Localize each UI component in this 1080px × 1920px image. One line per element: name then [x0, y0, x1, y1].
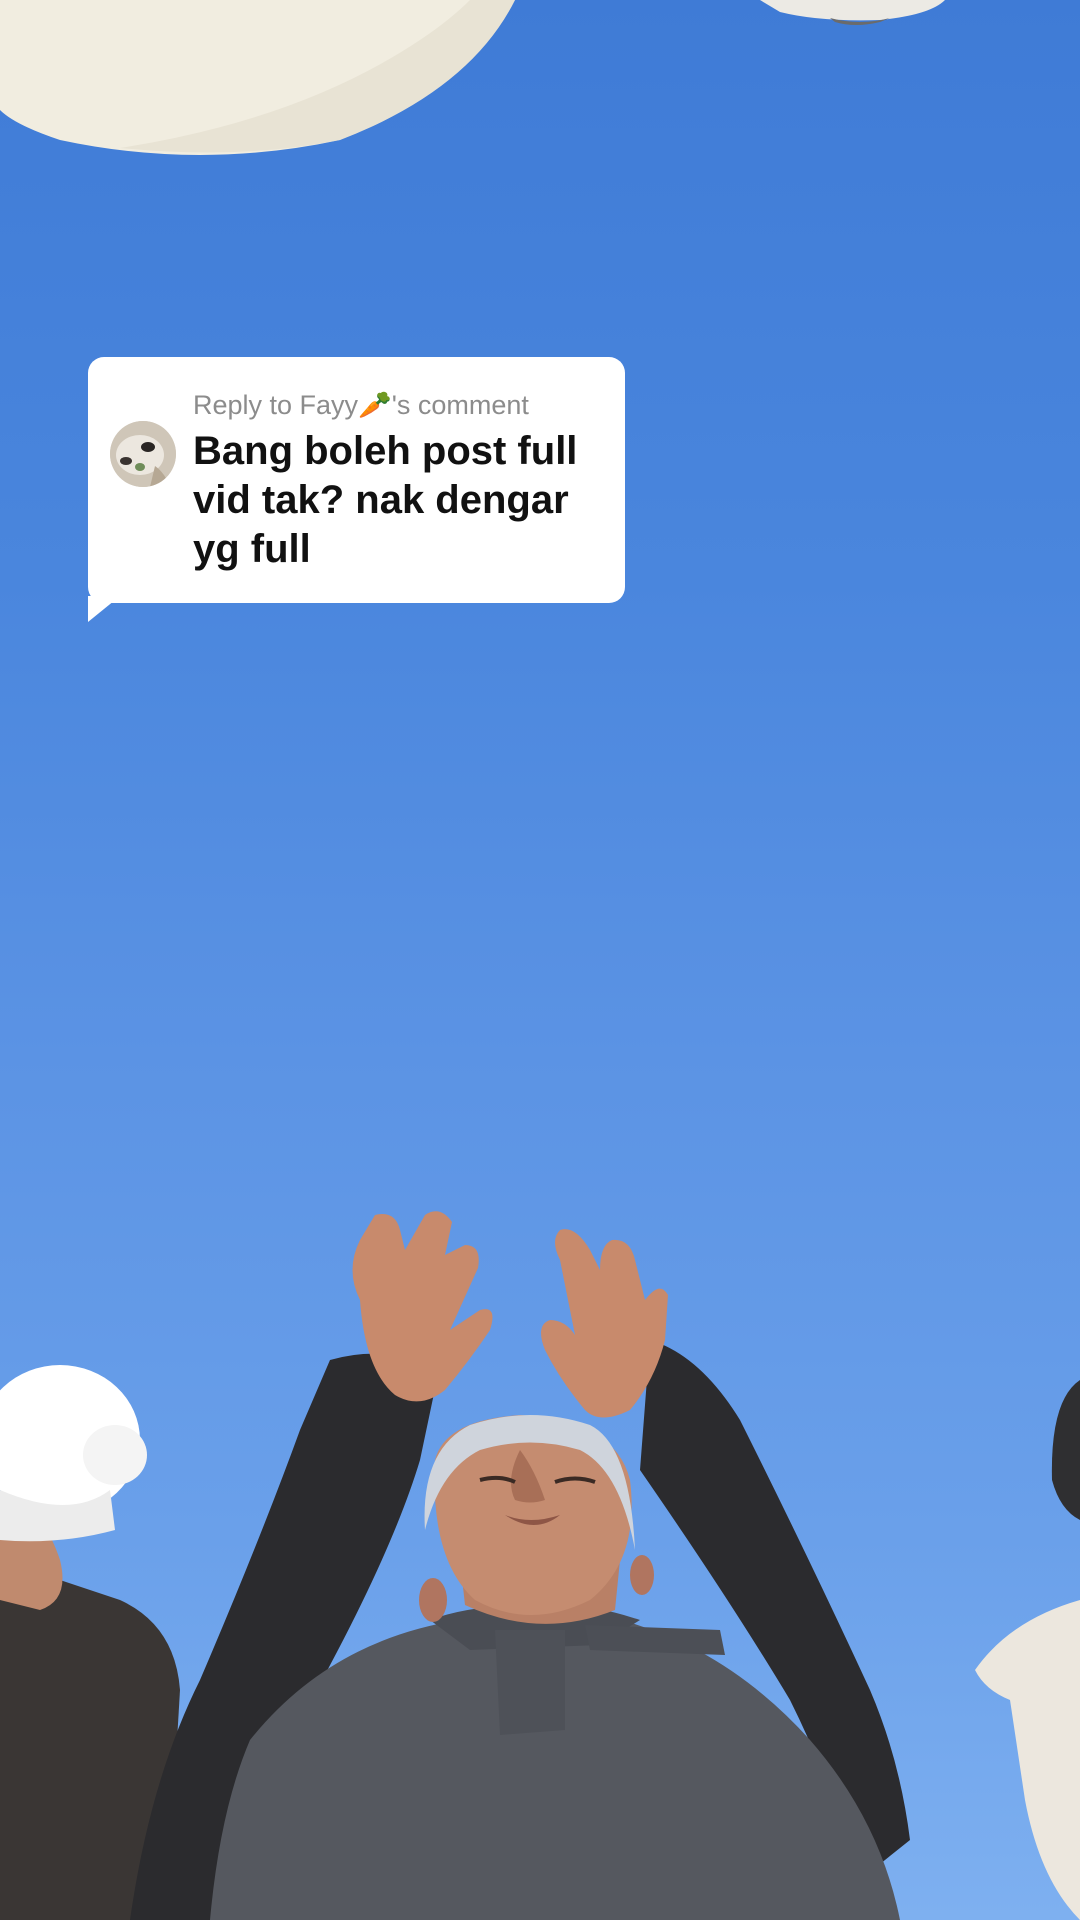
video-frame[interactable]: Reply to Fayy🥕's comment Bang boleh post…: [0, 0, 1080, 1920]
carrot-emoji: 🥕: [358, 390, 392, 420]
commenter-avatar[interactable]: [110, 421, 176, 487]
reply-header: Reply to Fayy🥕's comment: [193, 388, 613, 422]
background-scene-illustration: [0, 0, 1080, 1920]
reply-header-prefix: Reply to Fayy: [193, 390, 359, 420]
profile-photo-icon: [110, 421, 176, 487]
reply-header-suffix: 's comment: [391, 390, 529, 420]
reply-comment-text: Bang boleh post full vid tak? nak dengar…: [193, 429, 578, 571]
reply-sticker-tail: [88, 596, 120, 622]
